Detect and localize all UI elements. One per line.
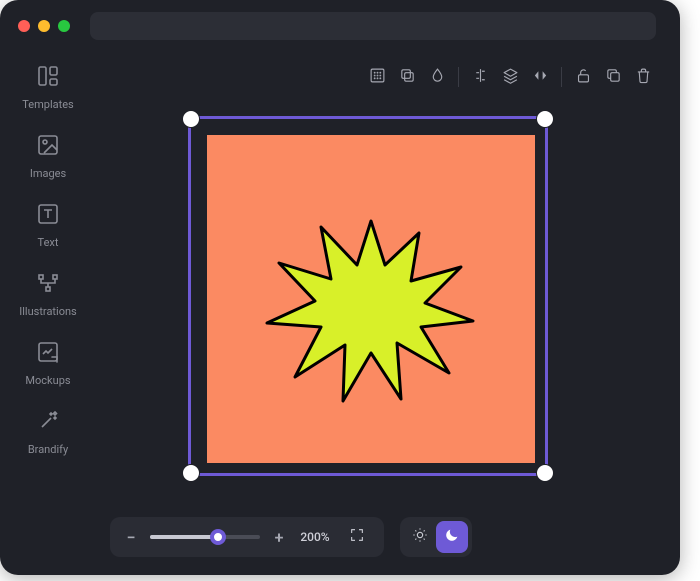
grid-icon xyxy=(369,67,386,88)
delete-button[interactable] xyxy=(628,62,658,92)
sidebar-item-label: Templates xyxy=(22,98,73,111)
selection-box[interactable] xyxy=(188,116,548,476)
bottom-bar: − + 200% xyxy=(110,517,472,557)
expand-icon xyxy=(349,527,365,547)
moon-icon xyxy=(444,527,460,547)
layers-icon xyxy=(502,67,519,88)
resize-handle-top-left[interactable] xyxy=(182,110,200,128)
sun-icon xyxy=(412,527,428,547)
sidebar-item-text[interactable]: Text xyxy=(0,202,96,249)
layers-button[interactable] xyxy=(495,62,525,92)
sidebar-item-images[interactable]: Images xyxy=(0,133,96,180)
fit-screen-button[interactable] xyxy=(342,522,372,552)
sidebar-item-illustrations[interactable]: Illustrations xyxy=(0,271,96,318)
grid-button[interactable] xyxy=(362,62,392,92)
mask-button[interactable] xyxy=(422,62,452,92)
app-window: Templates Images Text Illustrations xyxy=(0,0,680,575)
sidebar-item-mockups[interactable]: Mockups xyxy=(0,340,96,387)
resize-handle-bottom-left[interactable] xyxy=(182,464,200,482)
sidebar-item-label: Text xyxy=(38,236,59,249)
illustrations-icon xyxy=(36,271,60,299)
plus-icon: + xyxy=(275,528,284,547)
minimize-window-button[interactable] xyxy=(38,20,50,32)
maximize-window-button[interactable] xyxy=(58,20,70,32)
window-controls xyxy=(18,20,70,32)
close-window-button[interactable] xyxy=(18,20,30,32)
duplicate-icon xyxy=(399,67,416,88)
zoom-slider-fill xyxy=(150,535,218,539)
text-icon xyxy=(36,202,60,230)
dark-mode-button[interactable] xyxy=(436,521,468,553)
images-icon xyxy=(36,133,60,161)
flip-icon xyxy=(532,67,549,88)
canvas[interactable] xyxy=(188,116,548,476)
artboard[interactable] xyxy=(207,135,535,463)
copy-icon xyxy=(605,67,622,88)
lock-button[interactable] xyxy=(568,62,598,92)
unlock-icon xyxy=(575,67,592,88)
light-mode-button[interactable] xyxy=(404,521,436,553)
zoom-control: − + 200% xyxy=(110,517,384,557)
trash-icon xyxy=(635,67,652,88)
zoom-value: 200% xyxy=(298,530,332,544)
templates-icon xyxy=(36,64,60,92)
sidebar-item-label: Brandify xyxy=(28,443,68,456)
address-bar[interactable] xyxy=(90,12,656,40)
sidebar-item-templates[interactable]: Templates xyxy=(0,64,96,111)
mockups-icon xyxy=(36,340,60,368)
left-sidebar: Templates Images Text Illustrations xyxy=(0,52,96,575)
titlebar xyxy=(0,0,680,52)
zoom-slider-thumb[interactable] xyxy=(210,529,226,545)
sidebar-item-label: Images xyxy=(30,167,66,180)
resize-handle-bottom-right[interactable] xyxy=(536,464,554,482)
app-body: Templates Images Text Illustrations xyxy=(0,52,680,575)
droplet-icon xyxy=(429,67,446,88)
main-area: − + 200% xyxy=(96,52,680,575)
sidebar-item-label: Illustrations xyxy=(19,305,76,318)
toolbar-separator xyxy=(561,67,562,87)
resize-handle-top-right[interactable] xyxy=(536,110,554,128)
toolbar-separator xyxy=(458,67,459,87)
copy-button[interactable] xyxy=(598,62,628,92)
zoom-in-button[interactable]: + xyxy=(270,528,288,546)
zoom-slider[interactable] xyxy=(150,535,260,539)
top-toolbar xyxy=(362,62,658,92)
flip-button[interactable] xyxy=(525,62,555,92)
sidebar-item-brandify[interactable]: Brandify xyxy=(0,409,96,456)
align-icon xyxy=(472,67,489,88)
align-button[interactable] xyxy=(465,62,495,92)
theme-toggle xyxy=(400,517,472,557)
brandify-icon xyxy=(36,409,60,437)
sidebar-item-label: Mockups xyxy=(25,374,70,387)
duplicate-button[interactable] xyxy=(392,62,422,92)
minus-icon: − xyxy=(127,528,136,547)
burst-shape[interactable] xyxy=(261,203,481,403)
zoom-out-button[interactable]: − xyxy=(122,528,140,546)
